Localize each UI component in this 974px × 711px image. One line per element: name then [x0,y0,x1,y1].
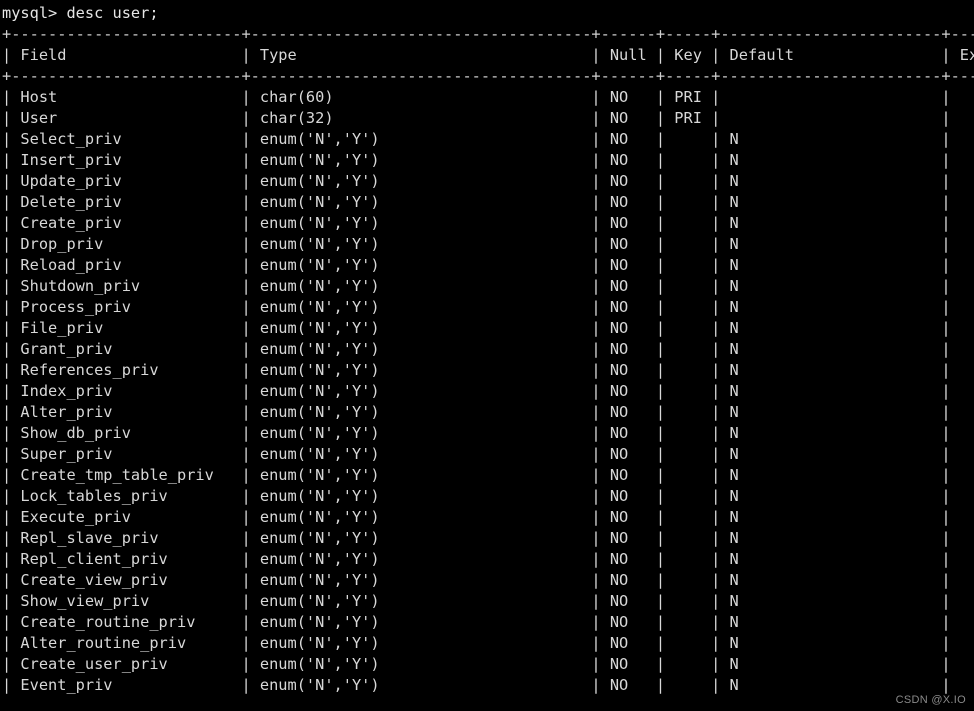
table-row: | Process_priv | enum('N','Y') | NO | | … [2,298,974,316]
table-row: | Reload_priv | enum('N','Y') | NO | | N… [2,256,974,274]
table-row: | Create_tmp_table_priv | enum('N','Y') … [2,466,974,484]
table-row: | Create_user_priv | enum('N','Y') | NO … [2,655,974,673]
table-row: | Host | char(60) | NO | PRI | | | [2,88,974,106]
table-row: | Index_priv | enum('N','Y') | NO | | N … [2,382,974,400]
table-row: | Create_routine_priv | enum('N','Y') | … [2,613,974,631]
table-row: | Repl_slave_priv | enum('N','Y') | NO |… [2,529,974,547]
table-row: | Lock_tables_priv | enum('N','Y') | NO … [2,487,974,505]
table-row: | Super_priv | enum('N','Y') | NO | | N … [2,445,974,463]
table-row: | Grant_priv | enum('N','Y') | NO | | N … [2,340,974,358]
command-prompt-line: mysql> desc user; [2,4,159,22]
table-row: | Create_priv | enum('N','Y') | NO | | N… [2,214,974,232]
table-row: | Update_priv | enum('N','Y') | NO | | N… [2,172,974,190]
table-border-header: +-------------------------+-------------… [2,67,974,85]
table-row: | Create_view_priv | enum('N','Y') | NO … [2,571,974,589]
table-row: | Insert_priv | enum('N','Y') | NO | | N… [2,151,974,169]
table-row: | Event_priv | enum('N','Y') | NO | | N … [2,676,974,694]
query-result-table: +-------------------------+-------------… [2,24,974,696]
table-row: | Repl_client_priv | enum('N','Y') | NO … [2,550,974,568]
table-row: | Alter_priv | enum('N','Y') | NO | | N … [2,403,974,421]
table-row: | User | char(32) | NO | PRI | | | [2,109,974,127]
table-row: | File_priv | enum('N','Y') | NO | | N |… [2,319,974,337]
table-row: | Alter_routine_priv | enum('N','Y') | N… [2,634,974,652]
table-row: | Show_db_priv | enum('N','Y') | NO | | … [2,424,974,442]
table-border-top: +-------------------------+-------------… [2,25,974,43]
table-header-row: | Field | Type | Null | Key | Default | … [2,46,974,64]
terminal-window[interactable]: mysql> desc user; +---------------------… [0,0,974,711]
table-row: | Shutdown_priv | enum('N','Y') | NO | |… [2,277,974,295]
table-row: | Delete_priv | enum('N','Y') | NO | | N… [2,193,974,211]
watermark-label: CSDN @X.IO [895,694,966,706]
table-row: | Drop_priv | enum('N','Y') | NO | | N |… [2,235,974,253]
table-row: | Execute_priv | enum('N','Y') | NO | | … [2,508,974,526]
table-row: | References_priv | enum('N','Y') | NO |… [2,361,974,379]
table-row: | Show_view_priv | enum('N','Y') | NO | … [2,592,974,610]
table-row: | Select_priv | enum('N','Y') | NO | | N… [2,130,974,148]
